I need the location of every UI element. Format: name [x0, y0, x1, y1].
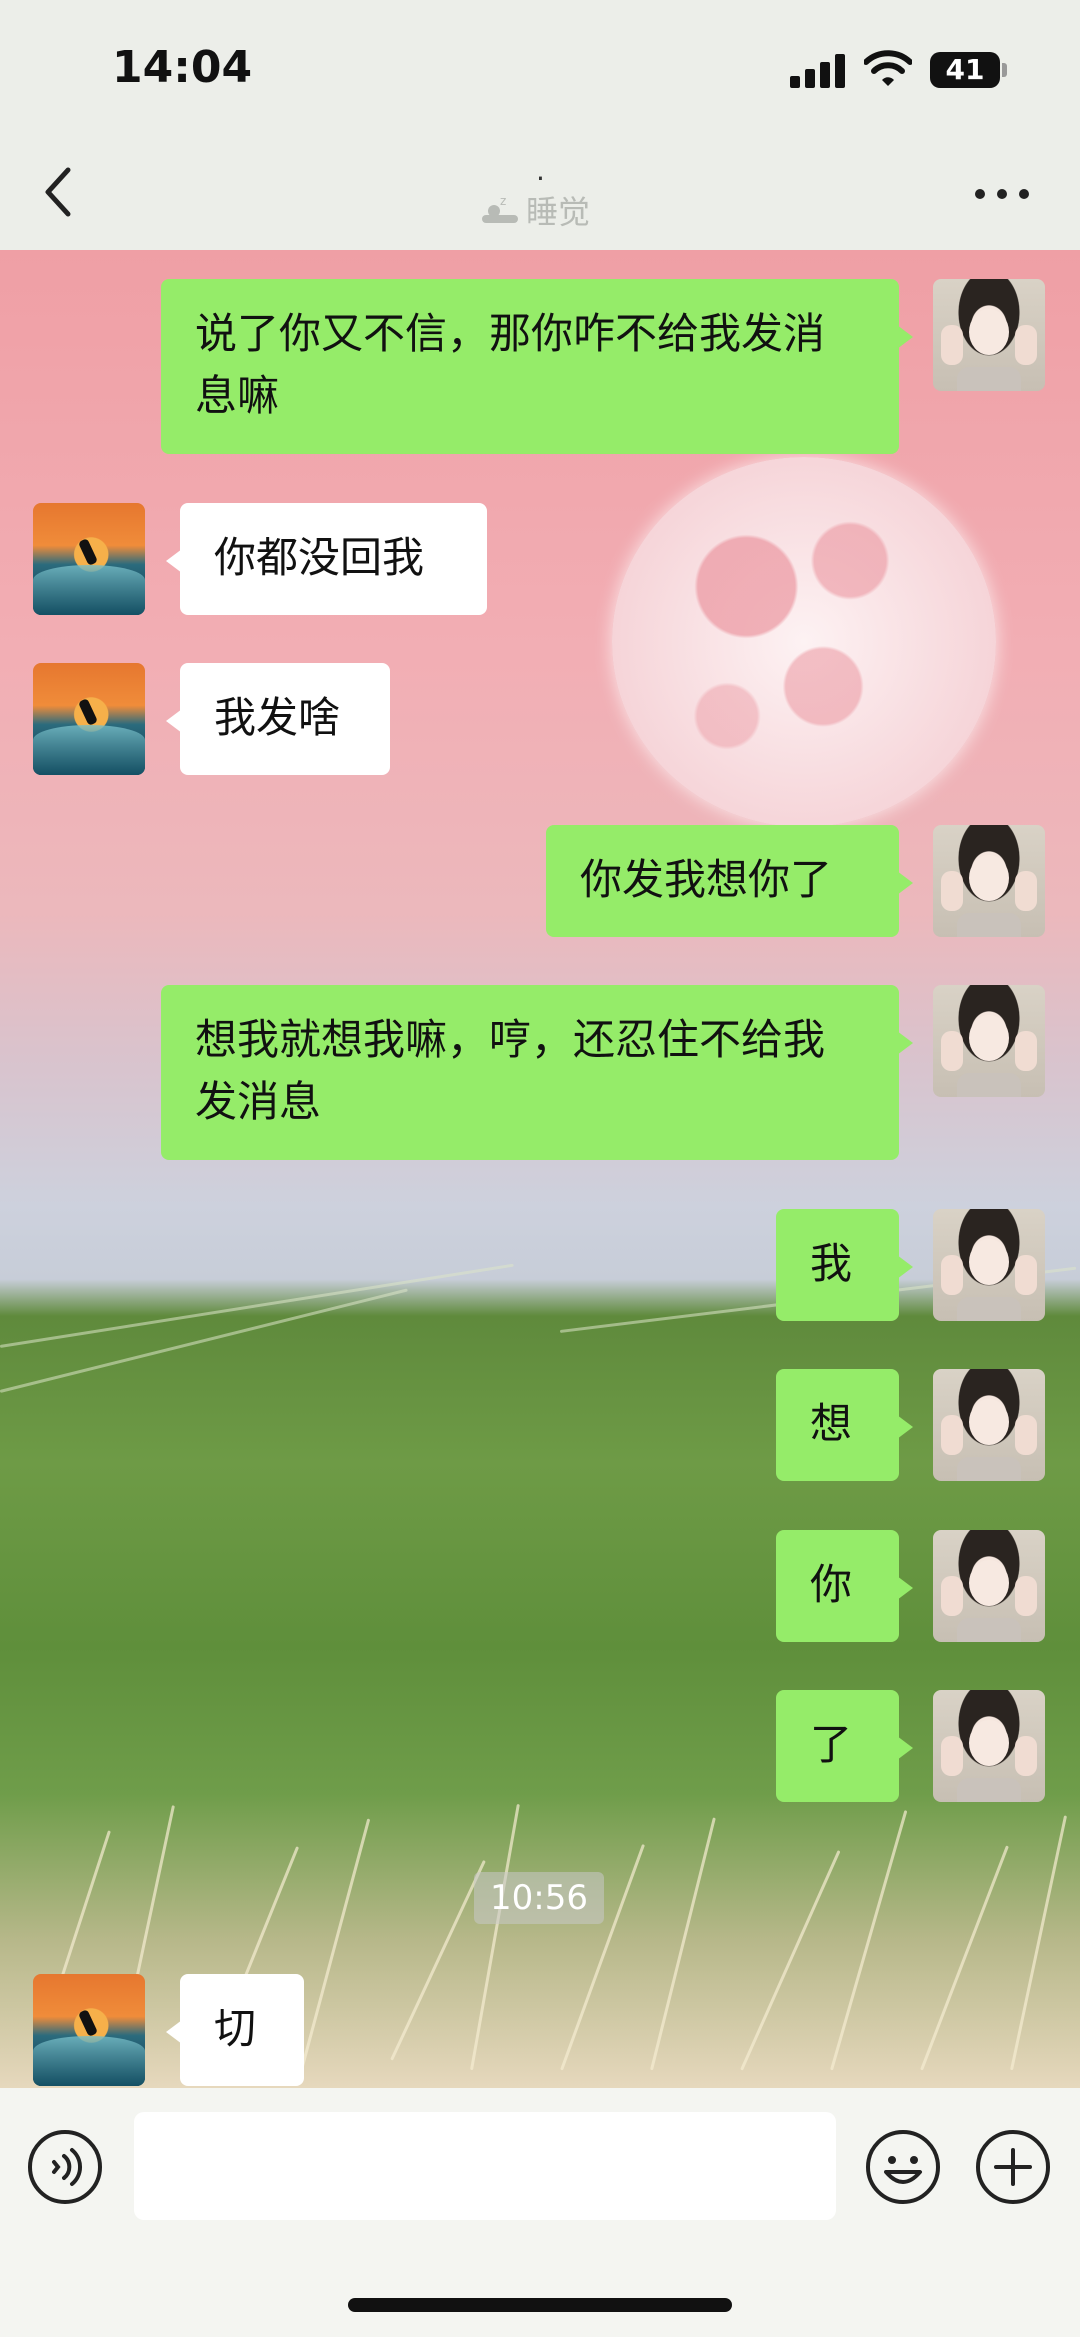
- my-avatar[interactable]: [933, 1369, 1045, 1481]
- wifi-icon: [864, 50, 912, 86]
- battery-cap: [1002, 63, 1007, 77]
- message-bubble[interactable]: 切: [166, 1974, 304, 2086]
- contact-status: z 睡觉: [480, 192, 590, 231]
- status-text: 睡觉: [526, 193, 591, 231]
- message-bubble[interactable]: 我发啥: [166, 663, 390, 775]
- contact-avatar[interactable]: [33, 503, 145, 615]
- more-dots-icon[interactable]: [974, 184, 1030, 204]
- contact-avatar[interactable]: [33, 663, 145, 775]
- my-avatar[interactable]: [933, 279, 1045, 391]
- message-bubble[interactable]: 你发我想你了: [546, 825, 913, 937]
- message-bubble[interactable]: 说了你又不信，那你咋不给我发消息嘛: [161, 279, 913, 454]
- my-avatar[interactable]: [933, 985, 1045, 1097]
- contact-avatar[interactable]: [33, 1974, 145, 2086]
- hill-line: [0, 1288, 408, 1393]
- svg-text:z: z: [500, 194, 506, 208]
- cellular-signal-icon: [790, 54, 845, 88]
- voice-icon[interactable]: [26, 2128, 104, 2206]
- chevron-left-icon[interactable]: [40, 162, 80, 222]
- message-bubble[interactable]: 你都没回我: [166, 503, 487, 615]
- my-avatar[interactable]: [933, 1209, 1045, 1321]
- status-time: 14:04: [112, 42, 253, 93]
- plus-icon[interactable]: [974, 2128, 1052, 2206]
- message-input[interactable]: [134, 2112, 836, 2220]
- chat-timestamp: 10:56: [474, 1872, 604, 1924]
- moon-image: [612, 457, 996, 827]
- message-bubble[interactable]: 了: [776, 1690, 913, 1802]
- battery-indicator: 41: [930, 52, 1000, 88]
- message-bubble[interactable]: 你: [776, 1530, 913, 1642]
- message-bubble[interactable]: 想: [776, 1369, 913, 1481]
- message-bubble[interactable]: 想我就想我嘛，哼，还忍住不给我发消息: [161, 985, 913, 1160]
- my-avatar[interactable]: [933, 1690, 1045, 1802]
- emoji-icon[interactable]: [864, 2128, 942, 2206]
- my-avatar[interactable]: [933, 1530, 1045, 1642]
- chat-header: · z 睡觉: [0, 140, 1080, 250]
- hill-line: [0, 1263, 514, 1348]
- home-indicator[interactable]: [348, 2298, 732, 2312]
- chat-background: [0, 250, 1080, 2088]
- message-bubble[interactable]: 我: [776, 1209, 913, 1321]
- sleep-icon: z: [482, 194, 518, 223]
- status-bar: 14:04 41: [0, 0, 1080, 140]
- my-avatar[interactable]: [933, 825, 1045, 937]
